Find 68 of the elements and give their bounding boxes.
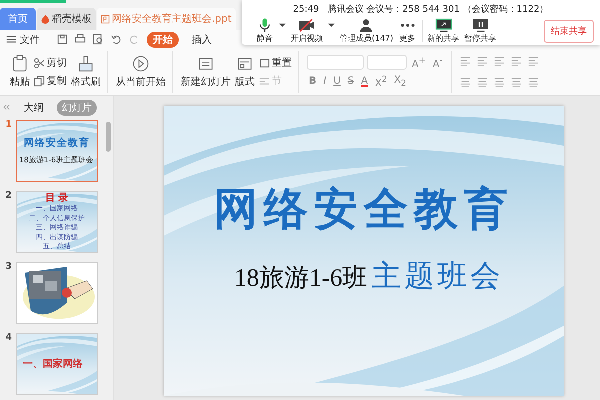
slide-number: 1 xyxy=(4,120,12,130)
preview-icon[interactable] xyxy=(93,34,104,45)
slide-number: 3 xyxy=(4,262,12,272)
file-menu[interactable]: 文件 xyxy=(6,32,40,46)
paragraph-icon[interactable] xyxy=(494,56,505,67)
align-icon[interactable] xyxy=(494,77,505,88)
scissors-icon xyxy=(34,58,45,68)
undo-icon[interactable] xyxy=(111,34,122,45)
meeting-button[interactable]: 更多 xyxy=(398,18,417,44)
meeting-button[interactable]: 静音 xyxy=(256,18,274,44)
font-name-field[interactable] xyxy=(307,54,364,70)
copy-button[interactable]: 复制 xyxy=(34,74,67,88)
scrollbar-thumb[interactable] xyxy=(106,122,111,152)
slide-number: 4 xyxy=(4,333,12,343)
pause-screen-icon xyxy=(472,18,490,33)
layout-button[interactable]: 版式 xyxy=(235,55,255,89)
slide-subtitle: 18旅游1-6班 xyxy=(234,264,368,294)
cut-button[interactable]: 剪切 xyxy=(34,56,67,70)
thumbnail-title: 目 录 xyxy=(45,193,69,204)
paragraph-icon[interactable] xyxy=(460,56,471,67)
panel-tab[interactable]: 大纲 xyxy=(19,100,49,116)
screen-share-icon xyxy=(434,18,453,33)
redo-icon[interactable] xyxy=(129,34,140,45)
section-icon xyxy=(259,76,270,86)
font-size-field[interactable] xyxy=(367,54,407,70)
reset-icon xyxy=(259,58,270,68)
slide-subtitle-accent: 主题班会 xyxy=(372,258,504,296)
meeting-button[interactable]: 暂停共享 xyxy=(464,18,497,44)
thumbnail-title: 网络安全教育 xyxy=(24,136,90,150)
format-painter-button[interactable]: 格式刷 xyxy=(71,55,101,89)
flame-icon xyxy=(41,14,50,24)
progress-strip xyxy=(0,0,66,3)
clipboard-icon xyxy=(11,55,29,73)
paste-button[interactable]: 粘贴 xyxy=(10,55,30,89)
camera-off-icon xyxy=(298,18,316,33)
collapse-icon[interactable] xyxy=(2,103,11,112)
save-icon[interactable] xyxy=(57,34,68,45)
meeting-button[interactable]: 开启视频 xyxy=(291,18,323,44)
meeting-button[interactable]: 管理成员(147) xyxy=(340,18,394,44)
reset-button[interactable]: 重置 xyxy=(259,56,292,70)
align-icon[interactable] xyxy=(460,77,471,88)
new-slide-button[interactable]: 新建幻灯片 xyxy=(181,55,231,89)
paragraph-icon[interactable] xyxy=(510,56,522,67)
slide-thumbnail[interactable]: 一、国家网络 xyxy=(16,333,98,395)
document-icon xyxy=(101,14,110,24)
slide-number: 2 xyxy=(4,191,12,201)
ribbon-tab[interactable]: 插入 xyxy=(186,32,218,48)
paragraph-icon[interactable] xyxy=(528,56,539,67)
thumbnail-title: 一、国家网络 xyxy=(23,357,83,371)
menu-icon xyxy=(6,34,17,45)
align-icon[interactable] xyxy=(476,77,488,88)
template-tab[interactable]: 稻壳模板 xyxy=(37,8,96,30)
layout-icon xyxy=(236,55,254,73)
brush-icon xyxy=(77,55,95,73)
play-from-current-button[interactable]: 从当前开始 xyxy=(116,55,166,89)
print-icon[interactable] xyxy=(75,34,86,45)
play-icon xyxy=(132,55,150,73)
align-icon[interactable] xyxy=(528,77,539,88)
copy-icon xyxy=(34,76,45,86)
caret-icon[interactable] xyxy=(328,22,335,28)
paragraph-icon[interactable] xyxy=(476,56,488,67)
meeting-info: 25:49 腾讯会议 会议号：258 544 301 （会议密码：1122） xyxy=(293,4,549,16)
end-sharing-button[interactable]: 结束共享 xyxy=(544,20,594,42)
meeting-button[interactable]: 新的共享 xyxy=(428,18,460,44)
align-icon[interactable] xyxy=(510,77,522,88)
slide-title: 网络安全教育 xyxy=(214,183,514,237)
caret-icon[interactable] xyxy=(279,22,286,28)
slide-icon xyxy=(197,55,215,73)
